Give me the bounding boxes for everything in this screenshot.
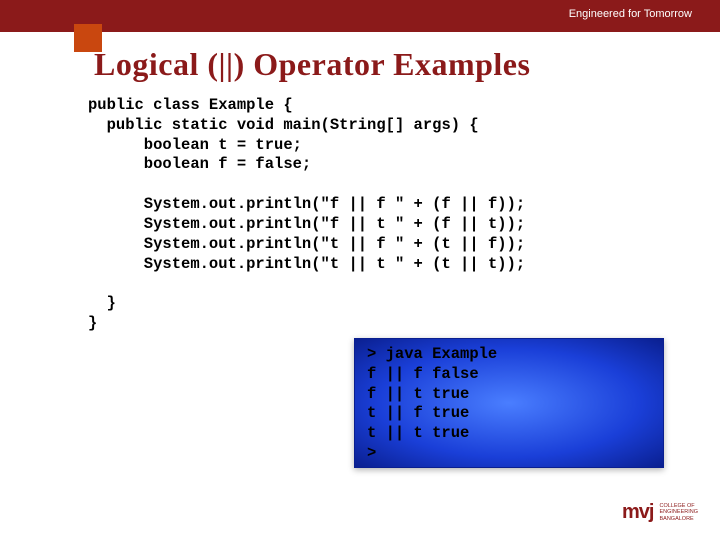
- logo-line2: ENGINEERING: [659, 509, 698, 515]
- logo: mvj COLLEGE OF ENGINEERING BANGALORE: [622, 501, 698, 524]
- output-box: > java Example f || f false f || t true …: [354, 338, 664, 468]
- header-bar: Engineered for Tomorrow: [0, 0, 720, 32]
- logo-mark: mvj: [622, 501, 653, 524]
- accent-block: [74, 24, 102, 52]
- slide-title: Logical (||) Operator Examples: [94, 46, 530, 83]
- output-text: > java Example f || f false f || t true …: [367, 345, 651, 464]
- code-example: public class Example { public static voi…: [88, 96, 525, 334]
- logo-line3: BANGALORE: [659, 516, 698, 522]
- logo-subtext: COLLEGE OF ENGINEERING BANGALORE: [659, 503, 698, 521]
- header-tagline: Engineered for Tomorrow: [569, 8, 692, 20]
